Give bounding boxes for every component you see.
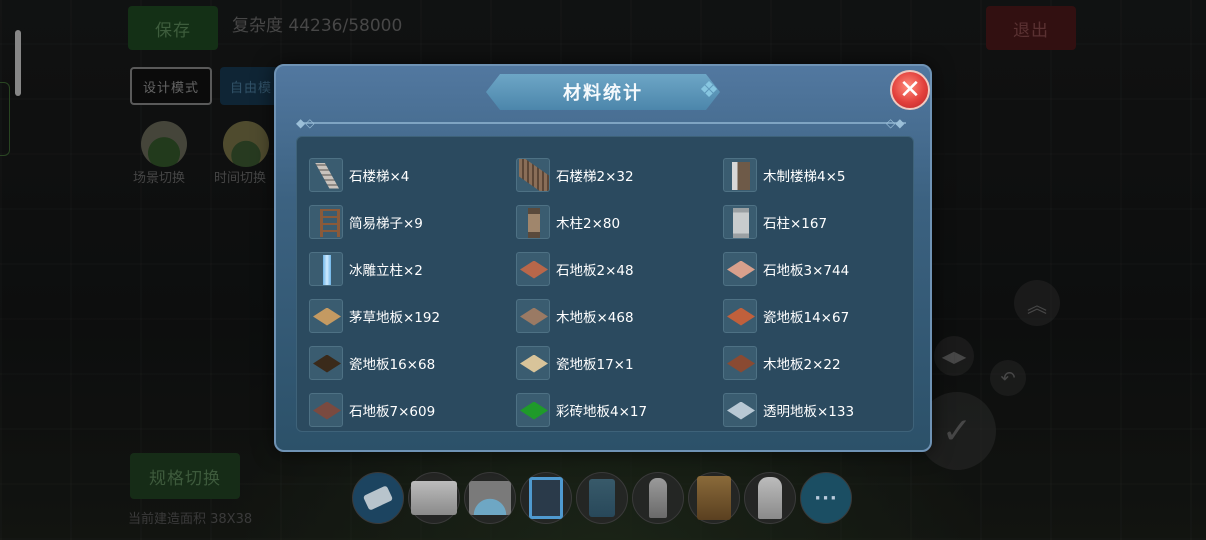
material-item: 木制楼梯4×5	[723, 151, 913, 198]
material-item: 瓷地板14×67	[723, 292, 913, 339]
material-item: 石楼梯×4	[309, 151, 516, 198]
material-item-label: 木柱2×80	[556, 215, 621, 232]
title-banner: 材料统计	[486, 74, 720, 110]
material-item-label: 瓷地板16×68	[349, 356, 436, 373]
window-tool[interactable]	[520, 472, 572, 524]
dialog-title: 材料统计	[563, 83, 643, 104]
close-button[interactable]: ✕	[890, 70, 930, 110]
wall-icon	[411, 481, 457, 515]
material-stats-dialog: ❖ 材料统计 ❖ ✕ ◆◇ ◇◆ 石楼梯×4石楼梯2×32木制楼梯4×5简易梯子…	[274, 64, 932, 452]
material-grid: 石楼梯×4 石楼梯2×32 木制楼梯4×5 简易梯子×9 木柱2×80 石柱×167 冰雕立…	[309, 151, 913, 433]
stone-stair-2-icon	[516, 157, 550, 192]
tile-floor-17-icon	[516, 345, 550, 380]
stone-floor-2-icon	[516, 251, 550, 286]
material-item-label: 冰雕立柱×2	[349, 262, 423, 279]
material-item-label: 透明地板×133	[763, 403, 855, 420]
build-toolbar: ···	[352, 472, 852, 528]
material-item: 石楼梯2×32	[516, 151, 723, 198]
material-item: 冰雕立柱×2	[309, 245, 516, 292]
divider-ornament-left-icon: ◆◇	[296, 116, 315, 130]
material-item-label: 瓷地板14×67	[763, 309, 850, 326]
title-divider	[302, 122, 906, 124]
material-item-label: 彩砖地板4×17	[556, 403, 648, 420]
door-tool-2[interactable]	[632, 472, 684, 524]
divider-ornament-right-icon: ◇◆	[886, 116, 905, 130]
arch-icon	[469, 481, 511, 515]
material-item-label: 木地板×468	[556, 309, 634, 326]
door-tool-4[interactable]	[744, 472, 796, 524]
door-icon	[649, 478, 667, 518]
stone-pillar-icon	[723, 204, 757, 239]
material-item-label: 简易梯子×9	[349, 215, 423, 232]
stone-floor-3-icon	[723, 251, 757, 286]
ladder-icon	[309, 204, 343, 239]
material-item: 透明地板×133	[723, 386, 913, 433]
material-item-label: 石楼梯×4	[349, 168, 410, 185]
material-item: 瓷地板17×1	[516, 339, 723, 386]
wood-pillar-icon	[516, 204, 550, 239]
material-item: 木地板×468	[516, 292, 723, 339]
tile-floor-16-icon	[309, 345, 343, 380]
tile-floor-14-icon	[723, 298, 757, 333]
material-item: 茅草地板×192	[309, 292, 516, 339]
thatch-floor-icon	[309, 298, 343, 333]
material-item-label: 石地板2×48	[556, 262, 634, 279]
arch-tool[interactable]	[464, 472, 516, 524]
material-item-label: 木地板2×22	[763, 356, 841, 373]
material-item-label: 石地板3×744	[763, 262, 850, 279]
material-item-label: 木制楼梯4×5	[763, 168, 846, 185]
door-icon	[758, 477, 782, 519]
wood-floor-icon	[516, 298, 550, 333]
wood-stair-icon	[723, 157, 757, 192]
material-item: 石地板3×744	[723, 245, 913, 292]
eraser-icon	[362, 485, 394, 511]
material-item-label: 茅草地板×192	[349, 309, 441, 326]
stone-stair-icon	[309, 157, 343, 192]
material-list-panel[interactable]: 石楼梯×4 石楼梯2×32 木制楼梯4×5 简易梯子×9 木柱2×80 石柱×167 冰雕立…	[296, 136, 914, 432]
material-item-label: 石楼梯2×32	[556, 168, 634, 185]
material-item: 石柱×167	[723, 198, 913, 245]
color-brick-floor-icon	[516, 392, 550, 427]
door-tool-1[interactable]	[576, 472, 628, 524]
stone-floor-7-icon	[309, 392, 343, 427]
material-item: 木柱2×80	[516, 198, 723, 245]
ice-pillar-icon	[309, 251, 343, 286]
window-icon	[529, 477, 563, 519]
transparent-floor-icon	[723, 392, 757, 427]
door-tool-3[interactable]	[688, 472, 740, 524]
material-item-label: 石地板7×609	[349, 403, 436, 420]
material-item: 石地板2×48	[516, 245, 723, 292]
material-item: 瓷地板16×68	[309, 339, 516, 386]
eraser-tool[interactable]	[352, 472, 404, 524]
wood-floor-2-icon	[723, 345, 757, 380]
material-item-label: 石柱×167	[763, 215, 828, 232]
material-item-label: 瓷地板17×1	[556, 356, 634, 373]
title-ornament-right-icon: ❖	[699, 78, 719, 103]
wall-tool[interactable]	[408, 472, 460, 524]
material-item: 木地板2×22	[723, 339, 913, 386]
material-item: 简易梯子×9	[309, 198, 516, 245]
material-item: 石地板7×609	[309, 386, 516, 433]
more-tools-button[interactable]: ···	[800, 472, 852, 524]
door-icon	[589, 479, 615, 517]
door-icon	[697, 476, 731, 520]
material-item: 彩砖地板4×17	[516, 386, 723, 433]
